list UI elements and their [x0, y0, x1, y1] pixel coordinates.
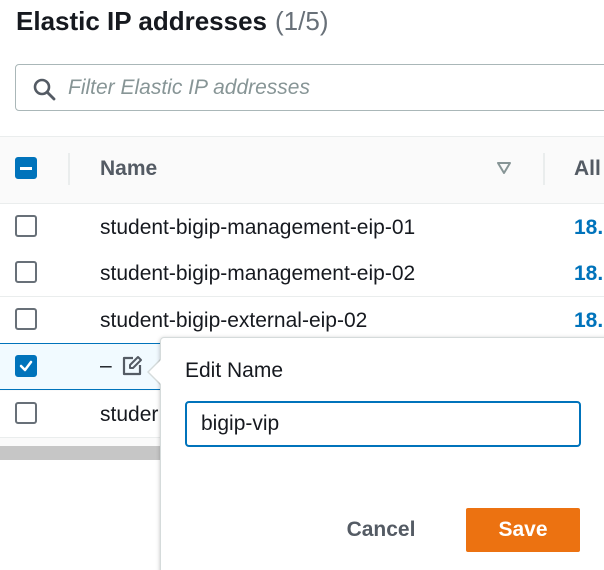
row-checkbox[interactable]	[15, 215, 37, 237]
row-checkbox[interactable]	[15, 261, 37, 283]
table-row[interactable]: student-bigip-management-eip-02 18.	[0, 250, 604, 297]
name-input[interactable]	[185, 401, 581, 447]
row-checkbox[interactable]	[15, 402, 37, 424]
row-checkbox[interactable]	[15, 355, 37, 377]
cancel-button[interactable]: Cancel	[329, 508, 433, 552]
row-name: –	[100, 354, 112, 377]
column-header-name[interactable]: Name	[100, 157, 157, 181]
table-header	[0, 136, 604, 204]
row-ip-link[interactable]: 18.	[574, 216, 603, 240]
search-icon	[33, 78, 56, 101]
row-checkbox[interactable]	[15, 308, 37, 330]
page-title: Elastic IP addresses	[16, 6, 268, 36]
search-input[interactable]	[68, 71, 588, 105]
select-all-checkbox[interactable]	[15, 157, 37, 179]
save-button[interactable]: Save	[466, 508, 580, 552]
column-divider	[68, 153, 70, 185]
edit-name-popover: Edit Name Cancel Save	[160, 337, 604, 570]
checkmark-icon	[19, 360, 33, 372]
popover-arrow-fill	[149, 360, 161, 384]
row-name: studer	[100, 403, 159, 426]
column-divider	[543, 153, 545, 185]
table-row[interactable]: student-bigip-management-eip-01 18.	[0, 204, 604, 251]
row-name: student-bigip-management-eip-02	[100, 262, 416, 285]
column-header-allocated-ip[interactable]: All	[574, 157, 601, 181]
popover-title: Edit Name	[185, 359, 284, 382]
filter-box[interactable]	[15, 64, 604, 111]
row-name: student-bigip-management-eip-01	[100, 216, 416, 239]
horizontal-scrollbar[interactable]	[0, 446, 170, 460]
sort-down-icon[interactable]	[496, 161, 512, 175]
row-name: student-bigip-external-eip-02	[100, 309, 368, 332]
row-ip-link[interactable]: 18.	[574, 309, 603, 333]
selection-count: (1/5)	[275, 6, 329, 36]
row-ip-link[interactable]: 18.	[574, 262, 603, 286]
edit-icon[interactable]	[120, 354, 144, 378]
page-header: Elastic IP addresses (1/5)	[16, 6, 328, 42]
